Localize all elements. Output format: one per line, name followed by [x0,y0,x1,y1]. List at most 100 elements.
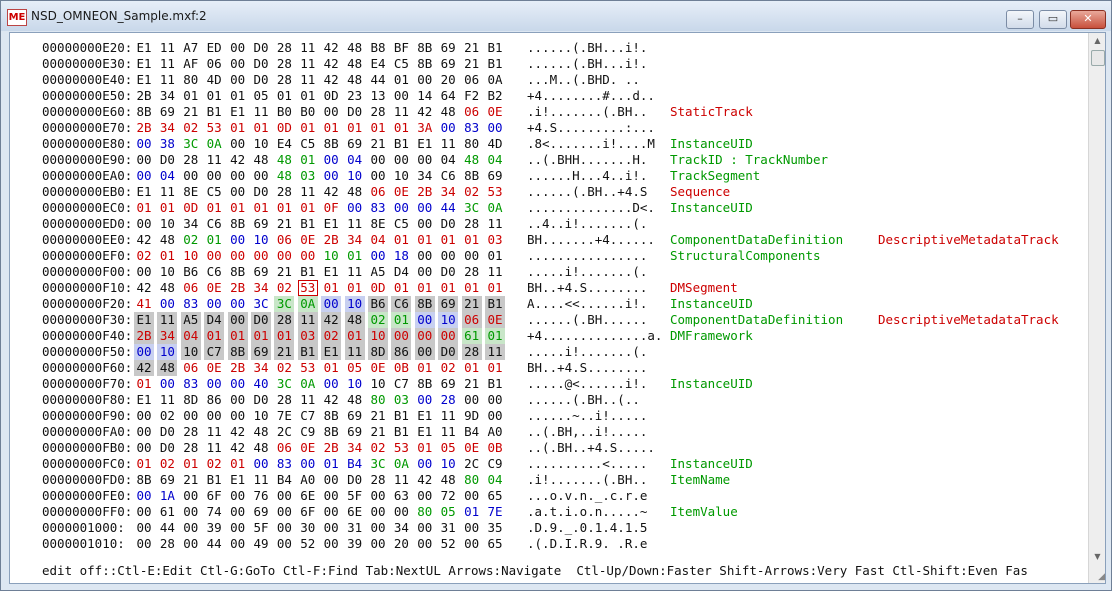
hex-byte[interactable]: 3C [462,200,482,216]
hex-byte[interactable]: 76 [251,488,271,504]
hex-byte[interactable]: C6 [391,296,412,312]
hex-byte[interactable]: 00 [462,520,482,536]
hex-byte[interactable]: 00 [462,536,482,552]
hex-byte[interactable]: 30 [298,520,318,536]
hex-byte[interactable]: 10 [368,328,388,344]
hex-byte[interactable]: 00 [321,472,341,488]
close-button[interactable]: ✕ [1070,10,1106,29]
hex-byte[interactable]: 00 [415,152,435,168]
hex-byte[interactable]: 83 [274,456,294,472]
hex-byte[interactable]: 8D [181,392,201,408]
hex-byte[interactable]: 02 [368,440,388,456]
hex-byte[interactable]: 00 [204,168,224,184]
hex-byte[interactable]: E1 [321,264,341,280]
hex-byte[interactable]: 04 [438,152,458,168]
hex-byte[interactable]: BF [391,40,411,56]
hex-byte[interactable]: 00 [462,488,482,504]
hex-byte[interactable]: 02 [204,456,224,472]
hex-byte[interactable]: 42 [228,440,248,456]
hex-byte[interactable]: 65 [485,488,505,504]
hex-byte[interactable]: 04 [485,472,505,488]
hex-byte[interactable]: 00 [228,168,248,184]
hex-row[interactable]: 00000000E60: 8B 69 21 B1 E1 11 B0 B0 00 D0 28 11 42 48… [10,104,1088,120]
hex-byte[interactable]: 48 [157,360,178,376]
hex-byte[interactable]: 00 [204,408,224,424]
hex-byte[interactable]: 11 [345,216,365,232]
hex-byte[interactable]: 00 [274,520,294,536]
hex-row[interactable]: 00000000F50: 00 10 10 C7 8B 69 21 B1 E1 11 8D 86 00 D0… [10,344,1088,360]
hex-byte[interactable]: 2B [228,280,248,296]
hex-byte[interactable]: 06 [274,232,294,248]
hex-byte[interactable]: 00 [485,408,505,424]
hex-byte[interactable]: 0E [485,312,505,328]
hex-row[interactable]: 00000000EA0: 00 04 00 00 00 00 48 03 00 10 00 10 34 C6… [10,168,1088,184]
hex-byte[interactable]: 11 [204,152,224,168]
hex-row[interactable]: 00000000E50: 2B 34 01 01 01 05 01 01 0D 23 13 00 14 64… [10,88,1088,104]
hex-byte[interactable]: 00 [251,456,271,472]
hex-byte[interactable]: 42 [415,104,435,120]
hex-byte[interactable]: 00 [228,376,248,392]
hex-byte[interactable]: 01 [228,456,248,472]
hex-byte[interactable]: 42 [321,312,342,328]
hex-byte[interactable]: 48 [345,72,365,88]
hex-byte[interactable]: C9 [298,424,318,440]
hex-byte[interactable]: 00 [134,440,154,456]
hex-byte[interactable]: 00 [134,536,154,552]
hex-byte[interactable]: 69 [345,424,365,440]
hex-byte[interactable]: 42 [134,360,154,376]
hex-byte[interactable]: 0E [391,184,411,200]
hex-byte[interactable]: 2C [274,424,294,440]
hex-byte[interactable]: 02 [157,408,177,424]
hex-byte[interactable]: 00 [204,248,224,264]
hex-byte[interactable]: 20 [438,72,458,88]
hex-byte[interactable]: 02 [368,312,388,328]
hex-byte[interactable]: 00 [134,408,154,424]
hex-byte[interactable]: 48 [345,184,365,200]
hex-byte[interactable]: 00 [134,488,154,504]
hex-byte[interactable]: 3C [274,296,295,312]
hex-byte[interactable]: 8D [368,344,388,360]
hex-byte[interactable]: 10 [438,312,459,328]
hex-byte[interactable]: 01 [228,88,248,104]
hex-byte[interactable]: 10 [157,264,177,280]
hex-byte[interactable]: 63 [391,488,411,504]
hex-byte[interactable]: 01 [391,72,411,88]
hex-byte[interactable]: 28 [181,440,201,456]
hex-byte[interactable]: A5 [180,312,201,328]
hex-byte[interactable]: 00 [415,200,435,216]
hex-byte[interactable]: 48 [345,392,365,408]
hex-byte[interactable]: D0 [251,312,271,328]
hex-byte[interactable]: 11 [485,264,505,280]
hex-byte[interactable]: 5F [345,488,365,504]
hex-byte[interactable]: 0E [462,440,482,456]
hex-byte[interactable]: 01 [274,88,294,104]
hex-byte[interactable]: C9 [485,456,505,472]
hex-byte[interactable]: 00 [368,520,388,536]
hex-byte[interactable]: 11 [157,56,177,72]
hex-byte[interactable]: D0 [157,440,177,456]
hex-byte[interactable]: 3C [181,136,201,152]
hex-byte[interactable]: 01 [345,120,365,136]
hex-byte[interactable]: 00 [321,296,342,312]
hex-byte[interactable]: 6F [298,504,318,520]
hex-byte[interactable]: B4 [462,424,482,440]
hex-byte[interactable]: 80 [181,72,201,88]
hex-byte[interactable]: 01 [228,200,248,216]
hex-byte[interactable]: 05 [438,440,458,456]
hex-byte[interactable]: 48 [345,40,365,56]
hex-byte[interactable]: 00 [134,424,154,440]
hex-byte[interactable]: 28 [368,104,388,120]
hex-byte[interactable]: 00 [228,296,248,312]
hex-byte[interactable]: 00 [415,536,435,552]
hex-byte[interactable]: 00 [438,120,458,136]
hex-byte[interactable]: 53 [485,184,505,200]
hex-byte[interactable]: 00 [134,152,154,168]
hex-byte[interactable]: 28 [274,72,294,88]
hex-byte[interactable]: 02 [274,280,294,296]
hex-byte[interactable]: 00 [321,520,341,536]
hex-byte[interactable]: 01 [298,200,318,216]
hex-byte[interactable]: 7E [274,408,294,424]
hex-byte[interactable]: 01 [321,360,341,376]
hex-byte[interactable]: A0 [298,472,318,488]
hex-byte[interactable]: 21 [274,344,295,360]
